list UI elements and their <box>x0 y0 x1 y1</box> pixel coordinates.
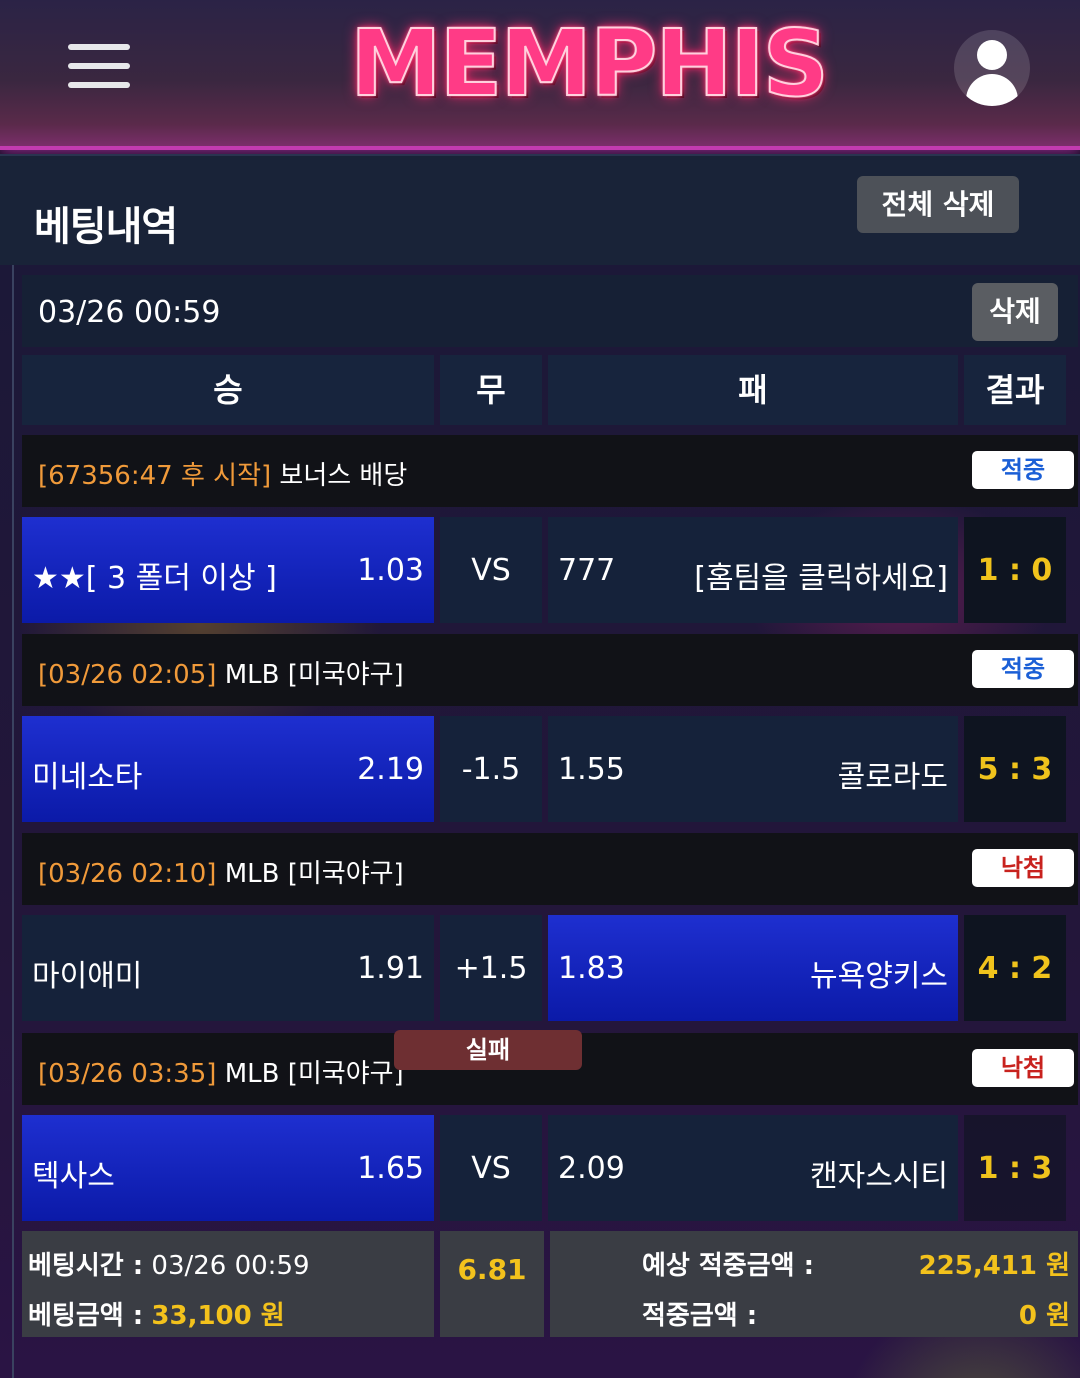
bet-time-value: 03/26 00:59 <box>151 1251 310 1281</box>
summary-right: 예상 적중금액 : 225,411 원 적중금액 : 0 원 <box>550 1231 1078 1337</box>
score-cell: 4 : 2 <box>964 915 1066 1021</box>
draw-value: VS <box>471 1151 511 1186</box>
home-odds: 1.03 <box>357 553 424 588</box>
score: 5 : 3 <box>977 752 1053 787</box>
column-header-result: 결과 <box>964 355 1066 425</box>
status-badge: 낙첨 <box>972 849 1074 887</box>
bet-card: 03/26 00:59 삭제 승 무 패 결과 [67356:47 후 시작] … <box>12 265 1080 1378</box>
bet-date-bar: 03/26 00:59 삭제 <box>22 275 1078 347</box>
result-fail-badge: 실패 <box>394 1030 582 1070</box>
column-header-win: 승 <box>22 355 434 425</box>
away-team-name: 콜로라도 <box>837 760 948 795</box>
home-team-cell[interactable]: 텍사스 1.65 <box>22 1115 434 1221</box>
bet-summary: 베팅시간 : 03/26 00:59 베팅금액 : 33,100 원 6.81 … <box>22 1231 1078 1337</box>
title-bar: 베팅내역 전체 삭제 <box>0 154 1080 265</box>
home-team-cell[interactable]: 마이애미 1.91 <box>22 915 434 1021</box>
app-logo[interactable]: MEMPHIS <box>349 13 830 115</box>
game-league: MLB [미국야구] <box>224 1059 404 1089</box>
draw-cell[interactable]: VS <box>440 1115 542 1221</box>
game-league: 보너스 배당 <box>279 461 408 491</box>
home-team-name: 텍사스 <box>32 1159 115 1194</box>
home-odds: 1.91 <box>357 951 424 986</box>
won-amount-value: 0 원 <box>1018 1301 1070 1331</box>
score-cell: 5 : 3 <box>964 716 1066 822</box>
score: 1 : 0 <box>977 553 1053 588</box>
away-team-name: 캔자스시티 <box>810 1159 948 1194</box>
hamburger-icon[interactable] <box>68 44 130 90</box>
away-odds: 1.55 <box>558 752 625 787</box>
game-header: [03/26 02:05] MLB [미국야구] 적중 <box>22 634 1078 706</box>
home-odds: 1.65 <box>357 1151 424 1186</box>
handicap-value: +1.5 <box>454 951 528 986</box>
game-time: [03/26 03:35] <box>38 1059 217 1089</box>
home-team-name: 미네소타 <box>32 760 143 795</box>
won-amount-label: 적중금액 : <box>642 1301 758 1331</box>
game-league: MLB [미국야구] <box>224 660 404 690</box>
game-time: [03/26 02:10] <box>38 859 217 889</box>
game-time: [67356:47 후 시작] <box>38 461 272 491</box>
away-odds: 1.83 <box>558 951 625 986</box>
delete-button[interactable]: 삭제 <box>972 283 1058 341</box>
status-badge: 낙첨 <box>972 1049 1074 1087</box>
handicap-value: -1.5 <box>461 752 521 787</box>
page-title: 베팅내역 <box>34 204 178 250</box>
handicap-cell[interactable]: +1.5 <box>440 915 542 1021</box>
score-cell: 1 : 0 <box>964 517 1066 623</box>
handicap-cell[interactable]: -1.5 <box>440 716 542 822</box>
home-odds: 2.19 <box>357 752 424 787</box>
home-team-cell[interactable]: ★★[ 3 폴더 이상 ] 1.03 <box>22 517 434 623</box>
expected-win-label: 예상 적중금액 : <box>642 1251 815 1281</box>
away-odds: 2.09 <box>558 1151 625 1186</box>
away-team-cell[interactable]: 1.83 뉴욕양키스 <box>548 915 958 1021</box>
game-league: MLB [미국야구] <box>224 859 404 889</box>
game-header: [67356:47 후 시작] 보너스 배당 적중 <box>22 435 1078 507</box>
column-header-draw: 무 <box>440 355 542 425</box>
status-badge: 적중 <box>972 451 1074 489</box>
bet-amount-label: 베팅금액 : <box>28 1301 144 1331</box>
total-odds: 6.81 <box>457 1253 527 1286</box>
status-badge: 적중 <box>972 650 1074 688</box>
app-header: MEMPHIS <box>0 0 1080 150</box>
expected-win-value: 225,411 원 <box>918 1251 1070 1281</box>
away-team-name: 뉴욕양키스 <box>810 959 948 994</box>
bet-amount-value: 33,100 원 <box>151 1301 285 1331</box>
summary-left: 베팅시간 : 03/26 00:59 베팅금액 : 33,100 원 <box>22 1231 434 1337</box>
score: 4 : 2 <box>977 951 1053 986</box>
delete-all-button[interactable]: 전체 삭제 <box>857 176 1019 233</box>
away-team-cell[interactable]: 1.55 콜로라도 <box>548 716 958 822</box>
game-header: [03/26 02:10] MLB [미국야구] 낙첨 <box>22 833 1078 905</box>
away-odds: 777 <box>558 553 616 588</box>
home-team-name: ★★[ 3 폴더 이상 ] <box>32 561 277 596</box>
column-header-lose: 패 <box>548 355 958 425</box>
away-team-cell[interactable]: 2.09 캔자스시티 <box>548 1115 958 1221</box>
away-team-cell[interactable]: 777 [홈팀을 클릭하세요] <box>548 517 958 623</box>
bet-datetime: 03/26 00:59 <box>38 295 221 330</box>
score: 1 : 3 <box>977 1151 1053 1186</box>
home-team-cell[interactable]: 미네소타 2.19 <box>22 716 434 822</box>
draw-value: VS <box>471 553 511 588</box>
user-icon[interactable] <box>954 30 1030 106</box>
score-cell: 1 : 3 <box>964 1115 1066 1221</box>
home-team-name: 마이애미 <box>32 959 143 994</box>
summary-total-odds: 6.81 <box>440 1231 544 1337</box>
bet-time-label: 베팅시간 : <box>28 1251 144 1281</box>
away-team-name: [홈팀을 클릭하세요] <box>694 561 948 596</box>
draw-cell[interactable]: VS <box>440 517 542 623</box>
game-time: [03/26 02:05] <box>38 660 217 690</box>
